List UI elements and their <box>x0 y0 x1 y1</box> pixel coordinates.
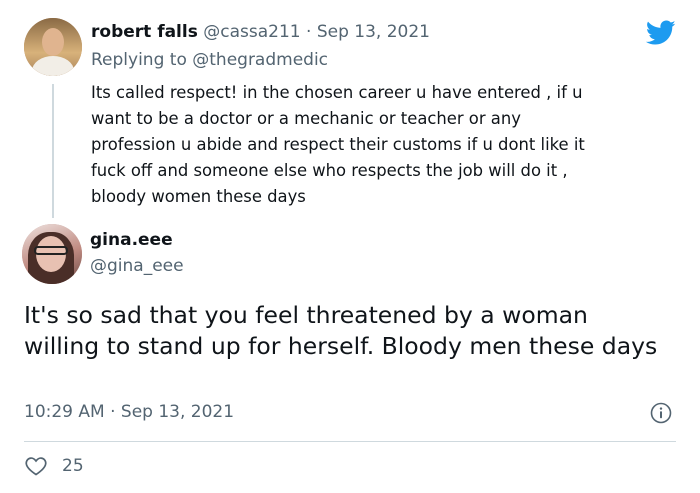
author-handle[interactable]: @cassa211 <box>203 22 300 42</box>
thread-connector-line <box>52 84 54 218</box>
info-icon[interactable] <box>650 402 672 424</box>
tweet-text: It's so sad that you feel threatened by … <box>24 301 658 360</box>
reply-tweet-header: robert falls @cassa211 · Sep 13, 2021 <box>91 22 430 42</box>
like-action[interactable]: 25 <box>24 454 84 478</box>
author-name[interactable]: robert falls <box>91 22 198 42</box>
twitter-bird-icon <box>646 20 676 45</box>
author-name[interactable]: gina.eee <box>90 230 173 250</box>
replying-to-mention[interactable]: @thegradmedic <box>192 50 328 70</box>
tweet-timestamp[interactable]: 10:29 AM · Sep 13, 2021 <box>24 402 234 422</box>
avatar[interactable] <box>24 18 82 76</box>
heart-icon[interactable] <box>24 454 48 478</box>
replying-to-label: Replying to <box>91 50 187 70</box>
author-handle[interactable]: @gina_eee <box>90 256 184 276</box>
avatar[interactable] <box>22 224 82 284</box>
tweet-date[interactable]: Sep 13, 2021 <box>317 22 430 42</box>
like-count: 25 <box>62 456 84 476</box>
replied-to-tweet: robert falls @cassa211 · Sep 13, 2021 Re… <box>0 0 700 222</box>
divider <box>24 441 676 442</box>
separator-dot: · <box>306 22 312 42</box>
replying-to-line: Replying to @thegradmedic <box>91 50 328 70</box>
reply-tweet-text: Its called respect! in the chosen career… <box>91 83 585 206</box>
